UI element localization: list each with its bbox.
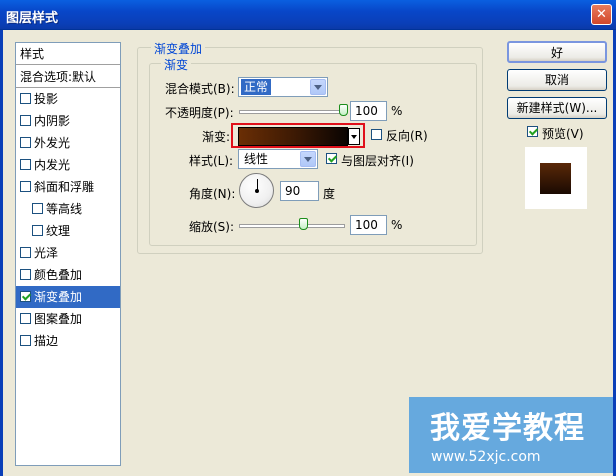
preview-label: 预览(V) bbox=[542, 127, 584, 141]
preview-checkbox[interactable] bbox=[527, 126, 538, 137]
align-checkbox[interactable] bbox=[326, 153, 337, 164]
scale-field[interactable]: 100 bbox=[350, 215, 387, 235]
close-button[interactable]: ✕ bbox=[591, 4, 612, 25]
sidebar-item-label: 图案叠加 bbox=[34, 312, 83, 326]
sidebar-item[interactable]: 斜面和浮雕 bbox=[16, 176, 120, 198]
gradient-subgroup-title: 渐变 bbox=[161, 56, 192, 73]
angle-unit: 度 bbox=[323, 187, 336, 201]
sidebar-checkbox[interactable] bbox=[32, 203, 43, 214]
gradient-swatch[interactable] bbox=[238, 127, 348, 146]
sidebar-item[interactable]: 图案叠加 bbox=[16, 308, 120, 330]
sidebar-item[interactable]: 光泽 bbox=[16, 242, 120, 264]
opacity-unit: % bbox=[391, 104, 403, 118]
window-title: 图层样式 bbox=[6, 11, 59, 26]
angle-field[interactable]: 90 bbox=[280, 181, 319, 201]
sidebar-checkbox[interactable] bbox=[20, 247, 31, 258]
blend-mode-value: 正常 bbox=[241, 79, 272, 95]
gradient-overlay-title: 渐变叠加 bbox=[151, 40, 206, 57]
sidebar-item-label: 颜色叠加 bbox=[34, 268, 83, 282]
style-value: 线性 bbox=[244, 152, 269, 166]
sidebar-item-label: 外发光 bbox=[34, 136, 71, 150]
sidebar-checkbox[interactable] bbox=[20, 291, 31, 302]
sidebar-item[interactable]: 渐变叠加 bbox=[16, 286, 120, 308]
scale-label: 缩放(S): bbox=[189, 220, 235, 234]
scale-slider-track[interactable] bbox=[239, 224, 345, 228]
sidebar-item-blend-options[interactable]: 混合选项:默认 bbox=[16, 66, 120, 88]
sidebar-item-label: 等高线 bbox=[46, 202, 83, 216]
angle-dial-center bbox=[255, 189, 259, 193]
title-bar: 图层样式 ✕ bbox=[0, 0, 616, 30]
sidebar-item-label: 内阴影 bbox=[34, 114, 71, 128]
blend-mode-select[interactable]: 正常 bbox=[238, 77, 328, 97]
sidebar-item-label: 投影 bbox=[34, 92, 59, 106]
align-label: 与图层对齐(I) bbox=[341, 154, 414, 168]
opacity-slider-thumb[interactable] bbox=[339, 104, 348, 116]
sidebar-checkbox[interactable] bbox=[20, 115, 31, 126]
cancel-button[interactable]: 取消 bbox=[507, 69, 607, 91]
sidebar-checkbox[interactable] bbox=[20, 335, 31, 346]
sidebar-item-label: 纹理 bbox=[46, 224, 71, 238]
sidebar-item[interactable]: 内发光 bbox=[16, 154, 120, 176]
styles-sidebar: 样式 混合选项:默认 投影内阴影外发光内发光斜面和浮雕等高线纹理光泽颜色叠加渐变… bbox=[15, 42, 121, 466]
blend-mode-label: 混合模式(B): bbox=[165, 82, 235, 96]
style-select[interactable]: 线性 bbox=[238, 149, 318, 169]
sidebar-item-label: 光泽 bbox=[34, 246, 59, 260]
chevron-down-icon bbox=[310, 79, 326, 95]
reverse-checkbox[interactable] bbox=[371, 129, 382, 140]
opacity-field[interactable]: 100 bbox=[350, 101, 387, 121]
sidebar-checkbox[interactable] bbox=[20, 137, 31, 148]
sidebar-checkbox[interactable] bbox=[20, 181, 31, 192]
sidebar-item-label: 斜面和浮雕 bbox=[34, 180, 95, 194]
sidebar-item[interactable]: 纹理 bbox=[16, 220, 120, 242]
watermark-url: www.52xjc.com bbox=[431, 449, 541, 465]
scale-unit: % bbox=[391, 218, 403, 232]
sidebar-item[interactable]: 颜色叠加 bbox=[16, 264, 120, 286]
sidebar-item-label: 内发光 bbox=[34, 158, 71, 172]
sidebar-checkbox[interactable] bbox=[32, 225, 43, 236]
new-style-button[interactable]: 新建样式(W)... bbox=[507, 97, 607, 119]
chevron-down-icon bbox=[300, 151, 316, 167]
scale-slider-thumb[interactable] bbox=[299, 218, 308, 230]
sidebar-item-label: 渐变叠加 bbox=[34, 290, 83, 304]
opacity-slider-track[interactable] bbox=[239, 110, 345, 114]
sidebar-item[interactable]: 等高线 bbox=[16, 198, 120, 220]
gradient-label: 渐变: bbox=[202, 130, 231, 144]
sidebar-item[interactable]: 描边 bbox=[16, 330, 120, 352]
sidebar-checkbox[interactable] bbox=[20, 159, 31, 170]
ok-button[interactable]: 好 bbox=[507, 41, 607, 63]
opacity-label: 不透明度(P): bbox=[165, 106, 234, 120]
preview-swatch bbox=[540, 163, 571, 194]
sidebar-header: 样式 bbox=[16, 43, 120, 65]
sidebar-checkbox[interactable] bbox=[20, 269, 31, 280]
gradient-dropdown-icon[interactable] bbox=[348, 128, 360, 145]
angle-label: 角度(N): bbox=[189, 187, 236, 201]
reverse-label: 反向(R) bbox=[386, 129, 428, 143]
sidebar-item[interactable]: 投影 bbox=[16, 88, 120, 110]
style-label: 样式(L): bbox=[189, 154, 234, 168]
sidebar-item-label: 描边 bbox=[34, 334, 59, 348]
watermark-title: 我爱学教程 bbox=[430, 411, 585, 446]
sidebar-checkbox[interactable] bbox=[20, 313, 31, 324]
sidebar-item[interactable]: 内阴影 bbox=[16, 110, 120, 132]
angle-dial[interactable] bbox=[239, 173, 274, 208]
sidebar-item[interactable]: 外发光 bbox=[16, 132, 120, 154]
sidebar-checkbox[interactable] bbox=[20, 93, 31, 104]
